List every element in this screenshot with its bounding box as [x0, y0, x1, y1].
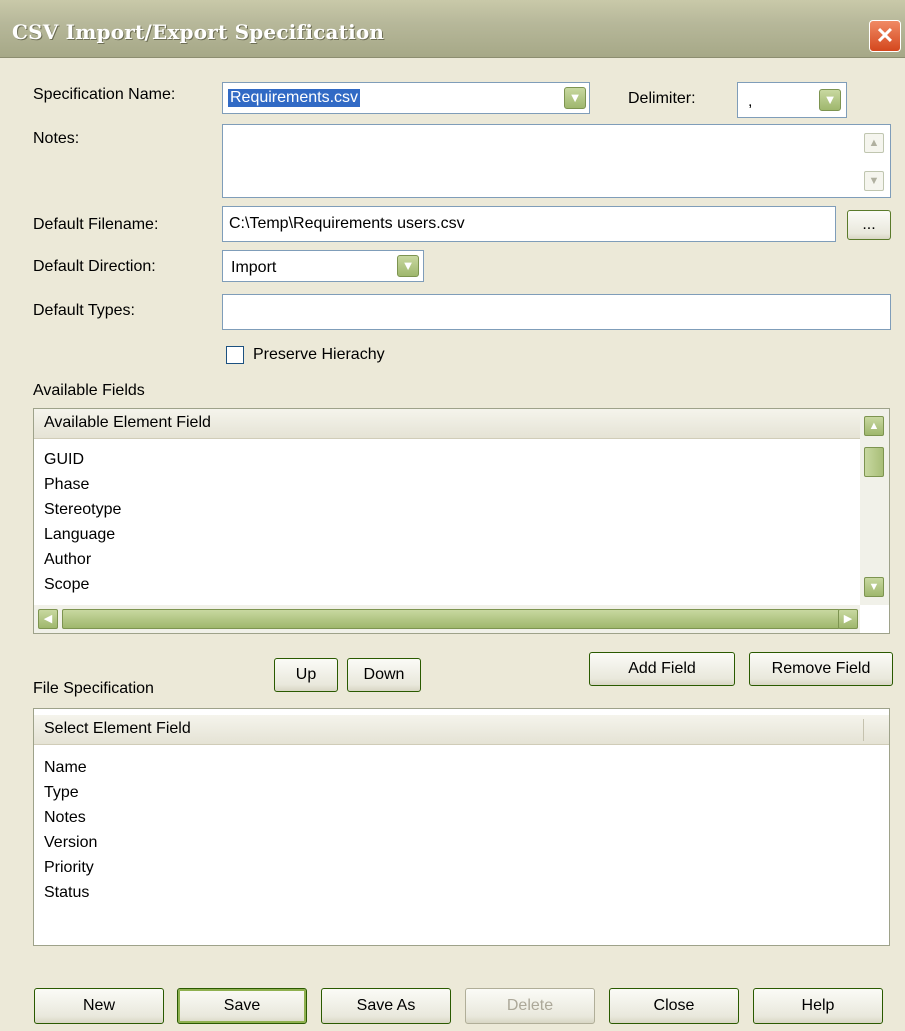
available-fields-list[interactable]: Available Element Field GUID Phase Stere… — [33, 408, 890, 634]
chevron-down-icon[interactable]: ▼ — [564, 87, 586, 109]
new-button[interactable]: New — [34, 988, 164, 1024]
arrow-up-icon[interactable]: ▲ — [864, 133, 884, 153]
direction-value: Import — [231, 259, 277, 276]
file-spec-items: Name Type Notes Version Priority Status — [34, 755, 884, 905]
title-bar: CSV Import/Export Specification ✕ — [0, 0, 905, 58]
save-as-button[interactable]: Save As — [321, 988, 451, 1024]
list-item[interactable]: GUID — [34, 447, 854, 472]
available-column-header[interactable]: Available Element Field — [34, 409, 860, 439]
window-title: CSV Import/Export Specification — [12, 20, 385, 44]
spec-name-value: Requirements.csv — [228, 89, 361, 107]
list-item[interactable]: Scope — [34, 572, 854, 597]
list-item[interactable]: Priority — [34, 855, 884, 880]
list-item[interactable]: Author — [34, 547, 854, 572]
list-item[interactable]: Phase — [34, 472, 854, 497]
delimiter-value: , — [748, 93, 753, 110]
arrow-down-icon[interactable]: ▼ — [864, 577, 884, 597]
types-field[interactable] — [222, 294, 891, 330]
types-label: Default Types: — [33, 302, 135, 319]
arrow-up-icon[interactable]: ▲ — [864, 416, 884, 436]
filename-value: C:\Temp\Requirements users.csv — [229, 215, 465, 232]
arrow-down-icon[interactable]: ▼ — [864, 171, 884, 191]
spec-name-combo[interactable]: Requirements.csv ▼ — [222, 82, 590, 114]
arrow-right-icon[interactable]: ▶ — [838, 609, 858, 629]
remove-field-button[interactable]: Remove Field — [749, 652, 893, 686]
list-item[interactable]: Name — [34, 755, 884, 780]
chevron-down-icon[interactable]: ▼ — [819, 89, 841, 111]
delimiter-combo[interactable]: , ▼ — [737, 82, 847, 118]
available-fields-label: Available Fields — [33, 382, 145, 399]
list-item[interactable]: Stereotype — [34, 497, 854, 522]
list-item[interactable]: Version — [34, 830, 884, 855]
list-item[interactable]: Language — [34, 522, 854, 547]
down-button[interactable]: Down — [347, 658, 421, 692]
delete-button[interactable]: Delete — [465, 988, 595, 1024]
list-item[interactable]: Status — [34, 880, 884, 905]
spec-name-label: Specification Name: — [33, 86, 176, 103]
preserve-hierarchy-label: Preserve Hierachy — [253, 346, 385, 363]
delimiter-label: Delimiter: — [628, 90, 696, 107]
direction-combo[interactable]: Import ▼ — [222, 250, 424, 282]
scroll-thumb[interactable] — [62, 609, 840, 629]
notes-label: Notes: — [33, 130, 80, 147]
save-button[interactable]: Save — [177, 988, 307, 1024]
filename-field[interactable]: C:\Temp\Requirements users.csv — [222, 206, 836, 242]
chevron-down-icon[interactable]: ▼ — [397, 255, 419, 277]
file-spec-label: File Specification — [33, 680, 154, 697]
available-items: GUID Phase Stereotype Language Author Sc… — [34, 447, 854, 597]
file-spec-column-header[interactable]: Select Element Field — [34, 715, 889, 745]
up-button[interactable]: Up — [274, 658, 338, 692]
close-icon[interactable]: ✕ — [869, 20, 901, 52]
column-divider — [863, 719, 864, 741]
list-item[interactable]: Type — [34, 780, 884, 805]
direction-label: Default Direction: — [33, 258, 156, 275]
file-spec-list[interactable]: Select Element Field Name Type Notes Ver… — [33, 708, 890, 946]
close-button[interactable]: Close — [609, 988, 739, 1024]
browse-button[interactable]: ... — [847, 210, 891, 240]
vertical-scrollbar[interactable]: ▲ ▼ — [860, 409, 889, 605]
help-button[interactable]: Help — [753, 988, 883, 1024]
add-field-button[interactable]: Add Field — [589, 652, 735, 686]
filename-label: Default Filename: — [33, 216, 159, 233]
list-item[interactable]: Notes — [34, 805, 884, 830]
scroll-thumb[interactable] — [864, 447, 884, 477]
arrow-left-icon[interactable]: ◀ — [38, 609, 58, 629]
preserve-hierarchy-checkbox[interactable] — [226, 346, 244, 364]
horizontal-scrollbar[interactable]: ◀ ▶ — [34, 605, 860, 633]
notes-textarea[interactable]: ▲ ▼ — [222, 124, 891, 198]
